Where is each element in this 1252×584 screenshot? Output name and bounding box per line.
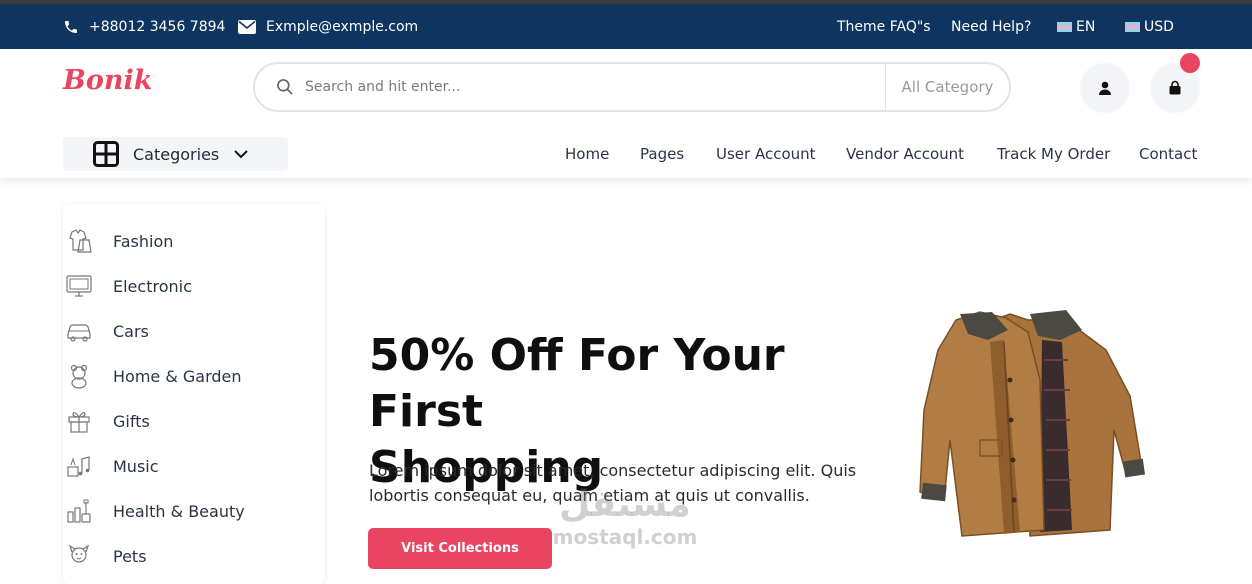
search-input[interactable] bbox=[305, 79, 865, 95]
theme-faq-link[interactable]: Theme FAQ"s bbox=[837, 4, 931, 49]
sidebar-item-label: Pets bbox=[113, 546, 147, 566]
flag-icon bbox=[1125, 21, 1140, 32]
phone-contact: +88012 3456 7894 bbox=[63, 4, 225, 49]
category-select[interactable]: All Category bbox=[885, 64, 1009, 110]
watermark: مستقل mostaql.com bbox=[545, 484, 705, 550]
hero-title-line-1: 50% Off For Your First bbox=[369, 330, 785, 437]
sidebar-item-fashion[interactable]: Fashion bbox=[63, 225, 173, 257]
currency-select[interactable]: USD bbox=[1125, 4, 1174, 49]
sidebar-item-gifts[interactable]: Gifts bbox=[63, 405, 150, 437]
sidebar-item-label: Gifts bbox=[113, 411, 150, 431]
phone-number: +88012 3456 7894 bbox=[89, 18, 226, 35]
sidebar-item-electronic[interactable]: Electronic bbox=[63, 270, 192, 302]
sidebar-item-health-beauty[interactable]: Health & Beauty bbox=[63, 495, 245, 527]
search-bar: All Category bbox=[253, 62, 1011, 112]
sidebar-item-pets[interactable]: Pets bbox=[63, 540, 147, 572]
need-help-link[interactable]: Need Help? bbox=[951, 4, 1031, 49]
chevron-down-icon bbox=[234, 150, 248, 159]
shopping-bag-icon bbox=[1169, 80, 1181, 95]
sidebar-item-home-garden[interactable]: Home & Garden bbox=[63, 360, 242, 392]
need-help-label[interactable]: Need Help? bbox=[951, 19, 1031, 35]
phone-icon bbox=[65, 20, 77, 33]
sidebar-item-label: Fashion bbox=[113, 231, 174, 251]
nav-vendor-account[interactable]: Vendor Account bbox=[846, 145, 964, 163]
theme-faq-label[interactable]: Theme FAQ"s bbox=[837, 19, 931, 35]
search-icon[interactable] bbox=[275, 77, 295, 97]
music-icon bbox=[64, 452, 94, 480]
currency-label[interactable]: USD bbox=[1144, 19, 1174, 35]
header: Bonik All Category Categories Home Pages… bbox=[0, 49, 1252, 178]
flag-icon bbox=[1057, 21, 1072, 32]
visit-collections-button[interactable]: Visit Collections bbox=[368, 528, 552, 569]
sidebar-item-label: Home & Garden bbox=[113, 366, 242, 386]
watermark-latin: mostaql.com bbox=[552, 525, 698, 549]
sidebar-item-label: Music bbox=[113, 456, 159, 476]
nav-user-account[interactable]: User Account bbox=[716, 145, 816, 163]
sidebar-item-label: Electronic bbox=[113, 276, 192, 296]
gift-icon bbox=[64, 407, 94, 435]
top-bar: +88012 3456 7894 Exmple@exmple.com Theme… bbox=[0, 0, 1252, 49]
electronic-icon bbox=[64, 272, 94, 300]
nav-pages[interactable]: Pages bbox=[640, 145, 684, 163]
mail-icon bbox=[238, 19, 256, 34]
email-address: Exmple@exmple.com bbox=[266, 18, 419, 35]
hero-description-line-1: Lorem ipsum dolor sit amet, consectetur … bbox=[369, 461, 857, 480]
sidebar-item-cars[interactable]: Cars bbox=[63, 315, 149, 347]
category-sidebar: Fashion Electronic Cars Home & Garden Gi… bbox=[63, 204, 325, 584]
logo[interactable]: Bonik bbox=[63, 65, 152, 96]
home-garden-icon bbox=[64, 362, 94, 390]
categories-label: Categories bbox=[133, 144, 220, 164]
sidebar-item-label: Health & Beauty bbox=[113, 501, 245, 521]
language-label[interactable]: EN bbox=[1076, 19, 1095, 35]
nav-home[interactable]: Home bbox=[565, 145, 609, 163]
nav-track-my-order[interactable]: Track My Order bbox=[997, 145, 1110, 163]
sidebar-item-label: Cars bbox=[113, 321, 149, 341]
categories-button[interactable]: Categories bbox=[63, 137, 288, 171]
fashion-icon bbox=[64, 227, 94, 255]
user-account-button[interactable] bbox=[1080, 63, 1130, 113]
car-icon bbox=[64, 317, 94, 345]
language-select[interactable]: EN bbox=[1057, 4, 1095, 49]
user-icon bbox=[1099, 81, 1111, 95]
watermark-arabic: مستقل bbox=[559, 484, 691, 525]
pet-icon bbox=[64, 542, 94, 570]
nav-contact[interactable]: Contact bbox=[1139, 145, 1197, 163]
cart-count-badge bbox=[1180, 53, 1200, 73]
jacket-product-image bbox=[919, 310, 1146, 537]
sidebar-item-music[interactable]: Music bbox=[63, 450, 159, 482]
health-beauty-icon bbox=[64, 497, 94, 525]
email-contact: Exmple@exmple.com bbox=[238, 4, 418, 49]
grid-icon bbox=[93, 141, 119, 167]
